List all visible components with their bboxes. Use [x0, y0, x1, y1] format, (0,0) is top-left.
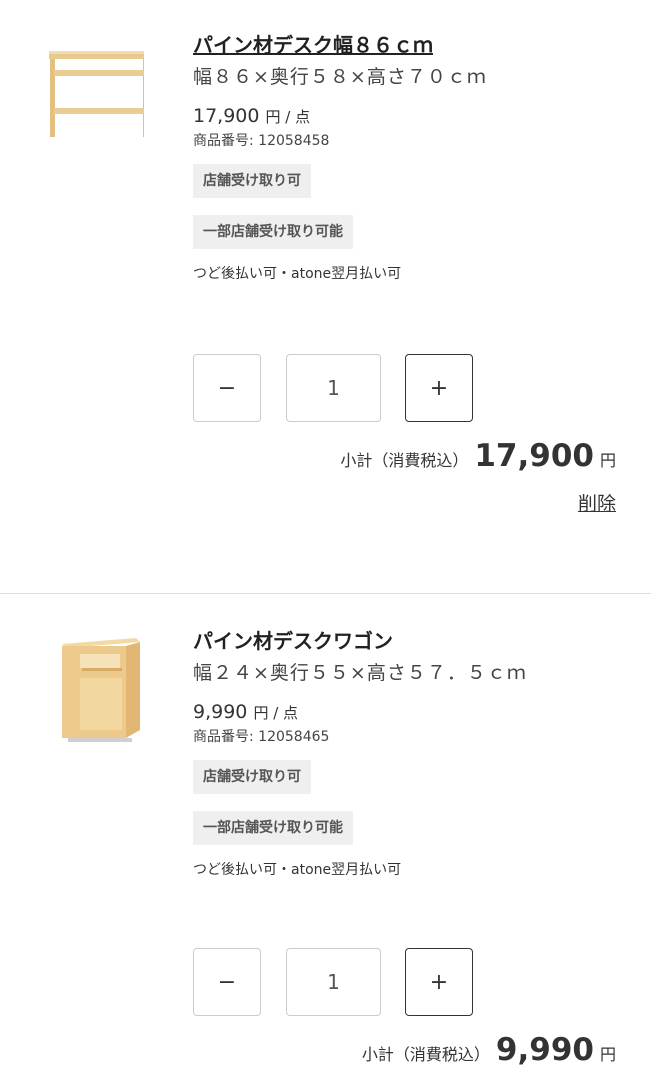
price-value: 17,900 — [193, 105, 260, 127]
cart-item: パイン材デスク幅８６ｃｍ 幅８６×奥行５８×高さ７０ｃｍ 17,900 円 / … — [0, 0, 651, 590]
item-subtotal: 小計（消費税込） 9,990 円 — [362, 1032, 616, 1068]
desk-wagon-product-image[interactable] — [44, 634, 144, 744]
subtotal-currency: 円 — [599, 1045, 616, 1064]
payment-options: つど後払い可・atone翌月払い可 — [193, 862, 402, 878]
subtotal-label: 小計（消費税込） — [361, 1045, 490, 1064]
subtotal-amount: 17,900 — [474, 438, 594, 474]
product-price: 9,990 円 / 点 — [193, 700, 621, 725]
quantity-stepper: − 1 + — [193, 948, 473, 1018]
cart-item: パイン材デスクワゴン 幅２４×奥行５５×高さ５７．５ｃｍ 9,990 円 / 点… — [0, 594, 651, 1080]
partial-store-pickup-badge: 一部店舗受け取り可能 — [193, 811, 353, 845]
subtotal-amount: 9,990 — [495, 1032, 594, 1068]
product-sku: 商品番号: 12058465 — [193, 729, 330, 745]
product-sku: 商品番号: 12058458 — [193, 133, 330, 149]
increase-quantity-button[interactable]: + — [405, 948, 473, 1016]
product-spec: 幅２４×奥行５５×高さ５７．５ｃｍ — [193, 662, 527, 684]
increase-quantity-button[interactable]: + — [405, 354, 473, 422]
quantity-input[interactable]: 1 — [286, 948, 381, 1016]
product-spec: 幅８６×奥行５８×高さ７０ｃｍ — [193, 66, 487, 88]
decrease-quantity-button[interactable]: − — [193, 354, 261, 422]
product-price: 17,900 円 / 点 — [193, 104, 621, 129]
quantity-input[interactable]: 1 — [286, 354, 381, 422]
payment-options: つど後払い可・atone翌月払い可 — [193, 266, 402, 282]
desk-product-image[interactable] — [44, 45, 144, 140]
store-pickup-badge: 店舗受け取り可 — [193, 164, 311, 198]
item-subtotal: 小計（消費税込） 17,900 円 — [340, 438, 616, 474]
subtotal-currency: 円 — [599, 451, 616, 470]
decrease-quantity-button[interactable]: − — [193, 948, 261, 1016]
store-pickup-badge: 店舗受け取り可 — [193, 760, 311, 794]
item-info: パイン材デスクワゴン 幅２４×奥行５５×高さ５７．５ｃｍ 9,990 円 / 点… — [193, 628, 621, 879]
product-name-link[interactable]: パイン材デスク幅８６ｃｍ — [193, 32, 621, 58]
item-info: パイン材デスク幅８６ｃｍ 幅８６×奥行５８×高さ７０ｃｍ 17,900 円 / … — [193, 32, 621, 283]
partial-store-pickup-badge: 一部店舗受け取り可能 — [193, 215, 353, 249]
subtotal-label: 小計（消費税込） — [340, 451, 469, 470]
price-unit: 円 / 点 — [265, 108, 311, 126]
price-unit: 円 / 点 — [253, 704, 299, 722]
delete-link[interactable]: 削除 — [578, 489, 616, 516]
product-name-link[interactable]: パイン材デスクワゴン — [193, 628, 621, 654]
price-value: 9,990 — [193, 701, 248, 723]
quantity-stepper: − 1 + — [193, 354, 473, 424]
